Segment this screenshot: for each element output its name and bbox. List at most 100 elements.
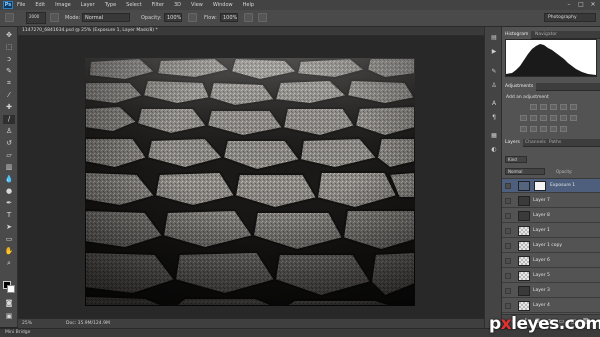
move-tool-icon[interactable]: ✥ xyxy=(3,31,15,40)
menu-layer[interactable]: Layer xyxy=(81,2,95,8)
curves-icon[interactable] xyxy=(550,104,557,110)
visibility-toggle-icon[interactable] xyxy=(505,288,511,294)
clone-source-icon[interactable]: ♙ xyxy=(489,81,499,90)
document-tab[interactable]: 1147270_6841634.psd @ 25% (Exposure 1, L… xyxy=(18,27,484,36)
tab-layers[interactable]: Layers xyxy=(502,139,523,147)
layer-row[interactable]: Layer 1 xyxy=(502,224,600,238)
color-icon[interactable]: ◐ xyxy=(489,145,499,154)
shape-tool-icon[interactable]: ▭ xyxy=(3,235,15,244)
quick-select-tool-icon[interactable]: ✎ xyxy=(3,67,15,76)
menu-window[interactable]: Window xyxy=(213,2,233,8)
history-icon[interactable]: ▤ xyxy=(489,33,499,42)
workspace-switcher[interactable]: Photography xyxy=(544,13,596,22)
layer-mask-thumbnail[interactable] xyxy=(534,181,546,191)
screen-mode-icon[interactable]: ▣ xyxy=(3,312,15,321)
paragraph-icon[interactable]: ¶ xyxy=(489,113,499,122)
menu-3d[interactable]: 3D xyxy=(174,2,181,8)
invert-icon[interactable] xyxy=(520,126,527,132)
airbrush-icon[interactable] xyxy=(244,13,253,22)
clone-stamp-tool-icon[interactable]: ♙ xyxy=(3,127,15,136)
layer-row[interactable]: Exposure 1 xyxy=(502,179,600,193)
eyedropper-tool-icon[interactable]: ⁄ xyxy=(3,91,15,100)
black-white-icon[interactable] xyxy=(540,115,547,121)
background-color-swatch[interactable] xyxy=(7,285,15,293)
menu-file[interactable]: File xyxy=(17,2,25,8)
gradient-map-icon[interactable] xyxy=(550,126,557,132)
layer-row[interactable]: Layer 4 xyxy=(502,299,600,313)
menu-help[interactable]: Help xyxy=(243,2,254,8)
photo-filter-icon[interactable] xyxy=(550,115,557,121)
swatches-icon[interactable]: ▦ xyxy=(489,131,499,140)
visibility-toggle-icon[interactable] xyxy=(505,213,511,219)
threshold-icon[interactable] xyxy=(540,126,547,132)
healing-tool-icon[interactable]: ✚ xyxy=(3,103,15,112)
type-tool-icon[interactable]: T xyxy=(3,211,15,220)
close-button[interactable]: ✕ xyxy=(587,1,599,8)
pen-tool-icon[interactable]: ✒ xyxy=(3,199,15,208)
layer-filter-kind[interactable]: Kind xyxy=(505,156,527,163)
brush-presets-icon[interactable]: ✎ xyxy=(489,67,499,76)
menu-edit[interactable]: Edit xyxy=(35,2,45,8)
marquee-tool-icon[interactable]: ⬚ xyxy=(3,43,15,52)
hue-saturation-icon[interactable] xyxy=(520,115,527,121)
zoom-level[interactable]: 25% xyxy=(22,321,32,326)
menu-select[interactable]: Select xyxy=(126,2,141,8)
visibility-toggle-icon[interactable] xyxy=(505,243,511,249)
opacity-field[interactable]: 100% xyxy=(164,13,182,22)
vibrance-icon[interactable] xyxy=(570,104,577,110)
tab-histogram[interactable]: Histogram xyxy=(502,31,532,39)
layer-row[interactable]: Layer 1 copy xyxy=(502,239,600,253)
exposure-icon[interactable] xyxy=(560,104,567,110)
color-lookup-icon[interactable] xyxy=(570,115,577,121)
menu-view[interactable]: View xyxy=(191,2,203,8)
visibility-toggle-icon[interactable] xyxy=(505,303,511,309)
cobblestone-photo[interactable] xyxy=(85,58,415,306)
blur-tool-icon[interactable]: 💧 xyxy=(3,175,15,184)
visibility-toggle-icon[interactable] xyxy=(505,228,511,234)
tab-adjustments[interactable]: Adjustments xyxy=(502,83,537,91)
menu-type[interactable]: Type xyxy=(105,2,116,8)
channel-mixer-icon[interactable] xyxy=(560,115,567,121)
brush-tool-icon[interactable]: ∕ xyxy=(3,115,15,124)
layer-row[interactable]: Layer 5 xyxy=(502,269,600,283)
layer-row[interactable]: Layer 3 xyxy=(502,284,600,298)
zoom-tool-icon[interactable]: ⌕ xyxy=(3,259,15,268)
gradient-tool-icon[interactable]: ▥ xyxy=(3,163,15,172)
history-brush-tool-icon[interactable]: ↺ xyxy=(3,139,15,148)
canvas-area[interactable] xyxy=(18,36,484,318)
tab-paths[interactable]: Paths xyxy=(546,139,564,147)
dodge-tool-icon[interactable]: ● xyxy=(3,187,15,196)
crop-tool-icon[interactable]: ⌗ xyxy=(3,79,15,88)
levels-icon[interactable] xyxy=(540,104,547,110)
blend-mode-select[interactable]: Normal xyxy=(505,168,545,175)
visibility-toggle-icon[interactable] xyxy=(505,183,511,189)
visibility-toggle-icon[interactable] xyxy=(505,258,511,264)
mode-select[interactable]: Normal xyxy=(82,13,130,22)
brightness-icon[interactable] xyxy=(530,104,537,110)
brush-tool-icon[interactable] xyxy=(5,13,14,22)
flow-field[interactable]: 100% xyxy=(220,13,238,22)
color-balance-icon[interactable] xyxy=(530,115,537,121)
menu-filter[interactable]: Filter xyxy=(152,2,164,8)
eraser-tool-icon[interactable]: ▱ xyxy=(3,151,15,160)
hand-tool-icon[interactable]: ✋ xyxy=(3,247,15,256)
character-icon[interactable]: A xyxy=(489,99,499,108)
layer-row[interactable]: Layer 8 xyxy=(502,209,600,223)
tab-channels[interactable]: Channels xyxy=(522,139,549,147)
selective-color-icon[interactable] xyxy=(560,126,567,132)
brush-panel-icon[interactable] xyxy=(50,13,59,22)
quick-mask-icon[interactable]: ◙ xyxy=(3,299,15,308)
layer-row[interactable]: Layer 6 xyxy=(502,254,600,268)
menu-image[interactable]: Image xyxy=(55,2,71,8)
posterize-icon[interactable] xyxy=(530,126,537,132)
lasso-tool-icon[interactable]: ↄ xyxy=(3,55,15,64)
path-select-tool-icon[interactable]: ➤ xyxy=(3,223,15,232)
pressure-opacity-icon[interactable] xyxy=(188,13,197,22)
visibility-toggle-icon[interactable] xyxy=(505,198,511,204)
brush-preset-picker[interactable]: 2000 xyxy=(26,12,46,24)
tab-navigator[interactable]: Navigator xyxy=(532,31,560,39)
maximize-button[interactable]: □ xyxy=(575,1,587,8)
actions-icon[interactable]: ▶ xyxy=(489,47,499,56)
pressure-size-icon[interactable] xyxy=(258,13,267,22)
visibility-toggle-icon[interactable] xyxy=(505,273,511,279)
